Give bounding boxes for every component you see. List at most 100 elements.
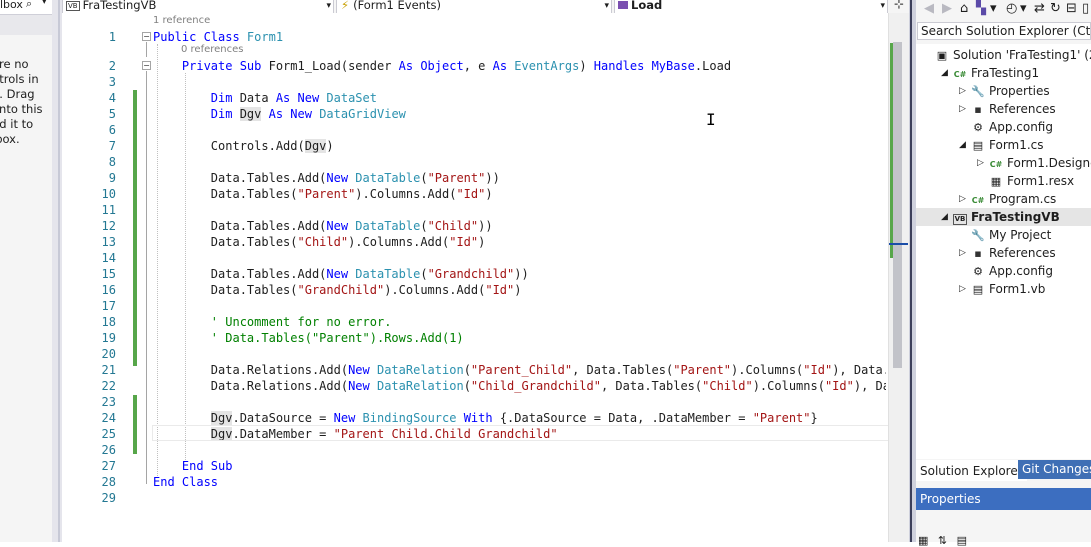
code-token: "Parent" <box>297 187 356 201</box>
code-line[interactable]: Data.Relations.Add(New DataRelation("Par… <box>153 362 886 378</box>
code-token: ) <box>485 187 493 201</box>
back-icon[interactable]: ◀ <box>924 1 934 17</box>
method-dropdown[interactable]: Load ▾ <box>614 0 888 14</box>
code-line[interactable]: Dgv.DataSource = New BindingSource With … <box>153 410 818 426</box>
left-splitter[interactable] <box>52 0 62 542</box>
search-icon[interactable]: ⌕ <box>26 0 32 11</box>
code-line[interactable]: ' Data.Tables("Parent").Rows.Add(1) <box>153 330 464 346</box>
solution-explorer-search-input[interactable]: Search Solution Explorer (Ctrl+;) <box>917 22 1091 40</box>
tree-node[interactable]: ▣ Solution 'FraTesting1' (2 of <box>935 46 1091 64</box>
tree-node[interactable]: 🔧 My Project <box>971 226 1091 244</box>
code-token: , e <box>463 59 493 73</box>
code-line[interactable]: Data.Tables("Parent").Columns.Add("Id") <box>153 186 493 202</box>
collapsed-arrow-icon[interactable]: ▷ <box>959 244 966 262</box>
code-line[interactable]: ' Uncomment for no error. <box>153 314 392 330</box>
collapsed-arrow-icon[interactable]: ▷ <box>959 100 966 118</box>
refresh-icon[interactable]: ↻ <box>1050 1 1061 17</box>
tab-solution-explorer[interactable]: Solution Explorer <box>916 460 1027 481</box>
line-number: 14 <box>101 251 116 265</box>
collapsed-arrow-icon[interactable]: ▷ <box>977 154 984 172</box>
tree-node[interactable]: ▦ Form1.resx <box>989 172 1091 190</box>
chevron-down-icon[interactable]: ▾ <box>1020 1 1027 17</box>
tree-node[interactable]: ⚙ App.config <box>971 262 1091 280</box>
show-all-files-icon[interactable]: ▯ <box>1082 1 1089 17</box>
code-token: DataTable <box>355 267 421 281</box>
chevron-down-icon[interactable]: ▾ <box>604 0 609 12</box>
code-line[interactable]: Public Class Form1 <box>153 29 283 45</box>
events-dropdown[interactable]: ⚡ (Form1 Events) ▾ <box>336 0 612 14</box>
property-pages-icon[interactable]: ▤ <box>957 534 967 547</box>
tree-node-label: Form1.vb <box>989 282 1046 296</box>
code-token: Dim <box>153 107 240 121</box>
toolbox-search-input[interactable]: lbox ⌕ ▾ <box>0 0 52 15</box>
code-line[interactable]: Private Sub Form1_Load(sender As Object,… <box>153 58 731 74</box>
tree-node[interactable]: C# Program.cs <box>971 190 1091 208</box>
alphabetical-icon[interactable]: ⇅ <box>938 534 947 547</box>
code-line[interactable]: Data.Relations.Add(New DataRelation("Chi… <box>153 378 886 394</box>
tree-node[interactable]: 🔧 Properties <box>971 82 1091 100</box>
code-line[interactable]: Controls.Add(Dgv) <box>153 138 334 154</box>
code-token: DataGridView <box>319 107 406 121</box>
switch-views-icon[interactable]: ▚ <box>976 1 986 17</box>
tree-node-label: Form1.Designer. <box>1007 156 1091 170</box>
form-icon: ▤ <box>972 139 984 152</box>
chevron-down-icon[interactable]: ▾ <box>326 0 331 12</box>
project-dropdown[interactable]: VB FraTestingVB ▾ <box>62 0 334 14</box>
scrollbar-thumb[interactable] <box>893 42 902 368</box>
collapse-icon[interactable]: − <box>142 61 151 70</box>
code-line[interactable]: Data.Tables.Add(New DataTable("Child")) <box>153 218 493 234</box>
code-token: New <box>326 267 356 281</box>
code-token: ).Columns( <box>731 363 804 377</box>
tree-node[interactable]: C# FraTesting1 <box>953 64 1091 82</box>
code-line[interactable]: Dim Dgv As New DataGridView <box>153 106 406 122</box>
code-line[interactable]: Dim Data As New DataSet <box>153 90 377 106</box>
line-number: 10 <box>101 187 116 201</box>
chevron-down-icon[interactable]: ▾ <box>42 0 47 7</box>
collapse-icon[interactable]: − <box>142 32 151 41</box>
code-token: As New <box>268 107 320 121</box>
split-window-icon[interactable]: ⊹ <box>890 0 908 11</box>
code-line[interactable]: Data.Tables.Add(New DataTable("Parent")) <box>153 170 500 186</box>
chevron-down-icon[interactable]: ▾ <box>880 0 885 12</box>
collapsed-arrow-icon[interactable]: ▷ <box>959 190 966 208</box>
tree-node[interactable]: ▤ Form1.cs <box>971 136 1091 154</box>
tree-node[interactable]: ⚙ App.config <box>971 118 1091 136</box>
home-icon[interactable]: ⌂ <box>960 1 968 17</box>
collapsed-arrow-icon[interactable]: ▷ <box>959 280 966 298</box>
forward-icon[interactable]: ▶ <box>942 1 952 17</box>
tree-node[interactable]: C#Form1.Designer. <box>989 154 1091 172</box>
tree-node[interactable]: ▪ References <box>971 100 1091 118</box>
code-token: ).Columns.Add( <box>348 235 450 249</box>
categorized-icon[interactable]: ▦ <box>918 534 928 547</box>
code-token: Dgv <box>210 411 233 425</box>
code-token: )) <box>478 219 493 233</box>
collapsed-arrow-icon[interactable]: ▷ <box>959 82 966 100</box>
code-line[interactable]: End Sub <box>153 458 233 474</box>
code-token: "Parent" <box>752 411 811 425</box>
expanded-arrow-icon[interactable]: ◢ <box>941 208 948 226</box>
chevron-down-icon[interactable]: ▾ <box>990 1 997 17</box>
right-splitter[interactable] <box>909 0 916 542</box>
line-number: 19 <box>101 331 116 345</box>
code-line[interactable]: Data.Tables("GrandChild").Columns.Add("I… <box>153 282 522 298</box>
code-lens-references[interactable]: 0 references <box>181 44 244 55</box>
tree-node[interactable]: ▤ Form1.vb <box>971 280 1091 298</box>
code-line[interactable]: Data.Tables("Child").Columns.Add("Id") <box>153 234 486 250</box>
code-token: Handles <box>593 59 652 73</box>
line-number: 16 <box>101 283 116 297</box>
tree-node-label: App.config <box>989 120 1053 134</box>
history-icon[interactable]: ◴ <box>1006 1 1017 17</box>
sync-icon[interactable]: ⇄ <box>1034 1 1045 17</box>
code-lens-references[interactable]: 1 reference <box>153 15 210 26</box>
expanded-arrow-icon[interactable]: ◢ <box>941 64 948 82</box>
expanded-arrow-icon[interactable]: ◢ <box>959 136 966 154</box>
tab-git-changes[interactable]: Git Changes <box>1018 460 1091 479</box>
code-token: ' Data.Tables("Parent").Rows.Add(1) <box>153 331 464 345</box>
tree-node[interactable]: ▪ References <box>971 244 1091 262</box>
resx-icon: ▦ <box>990 175 1002 188</box>
code-token: DataTable <box>355 171 421 185</box>
code-line[interactable]: Data.Tables.Add(New DataTable("Grandchil… <box>153 266 529 282</box>
collapse-all-icon[interactable]: ⊟ <box>1066 1 1077 17</box>
code-line[interactable]: End Class <box>153 474 218 490</box>
